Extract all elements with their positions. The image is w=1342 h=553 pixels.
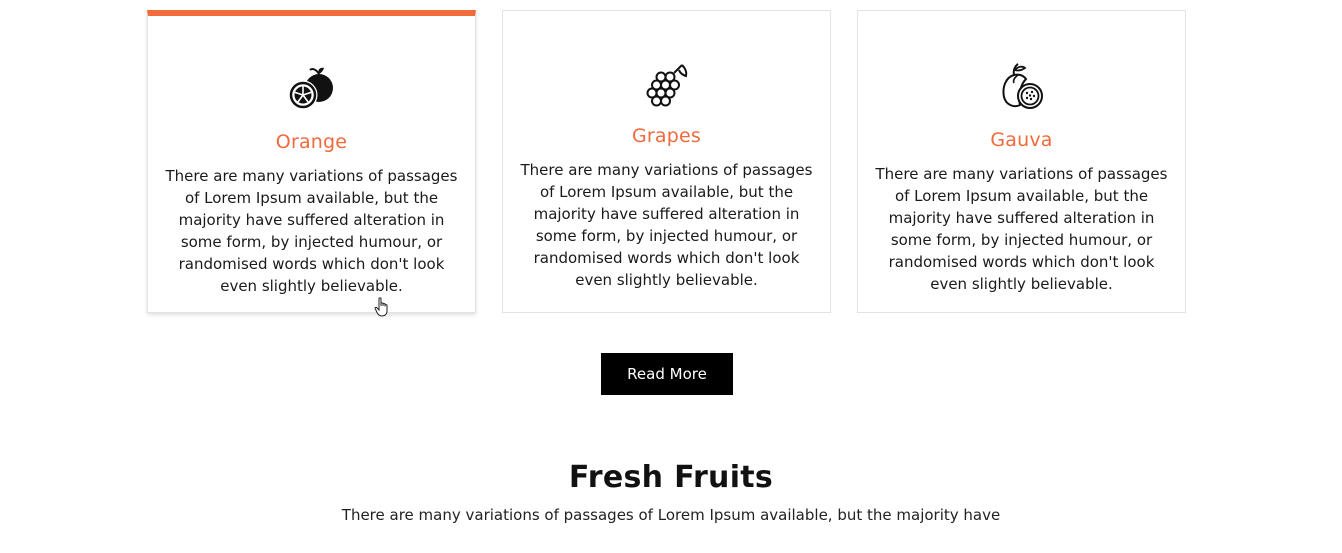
card-title: Grapes	[631, 125, 702, 147]
section-description: There are many variations of passages of…	[341, 506, 1001, 524]
section-title: Fresh Fruits	[568, 460, 774, 495]
card-description: There are many variations of passages of…	[875, 165, 1168, 293]
grapes-icon	[646, 64, 687, 107]
orange-icon	[288, 67, 333, 110]
card-guava[interactable]: Gauva There are many variations of passa…	[857, 10, 1186, 313]
fruit-cards: Orange There are many variations of pass…	[0, 0, 1342, 320]
card-description: There are many variations of passages of…	[520, 161, 813, 289]
read-more-button[interactable]: Read More	[601, 353, 733, 395]
hand-pointer-icon	[374, 297, 388, 317]
card-description: There are many variations of passages of…	[165, 167, 458, 295]
card-orange[interactable]: Orange There are many variations of pass…	[147, 10, 476, 313]
card-grapes[interactable]: Grapes There are many variations of pass…	[502, 10, 831, 313]
card-title: Orange	[275, 131, 348, 153]
guava-icon	[1002, 63, 1043, 109]
card-title: Gauva	[990, 129, 1053, 151]
